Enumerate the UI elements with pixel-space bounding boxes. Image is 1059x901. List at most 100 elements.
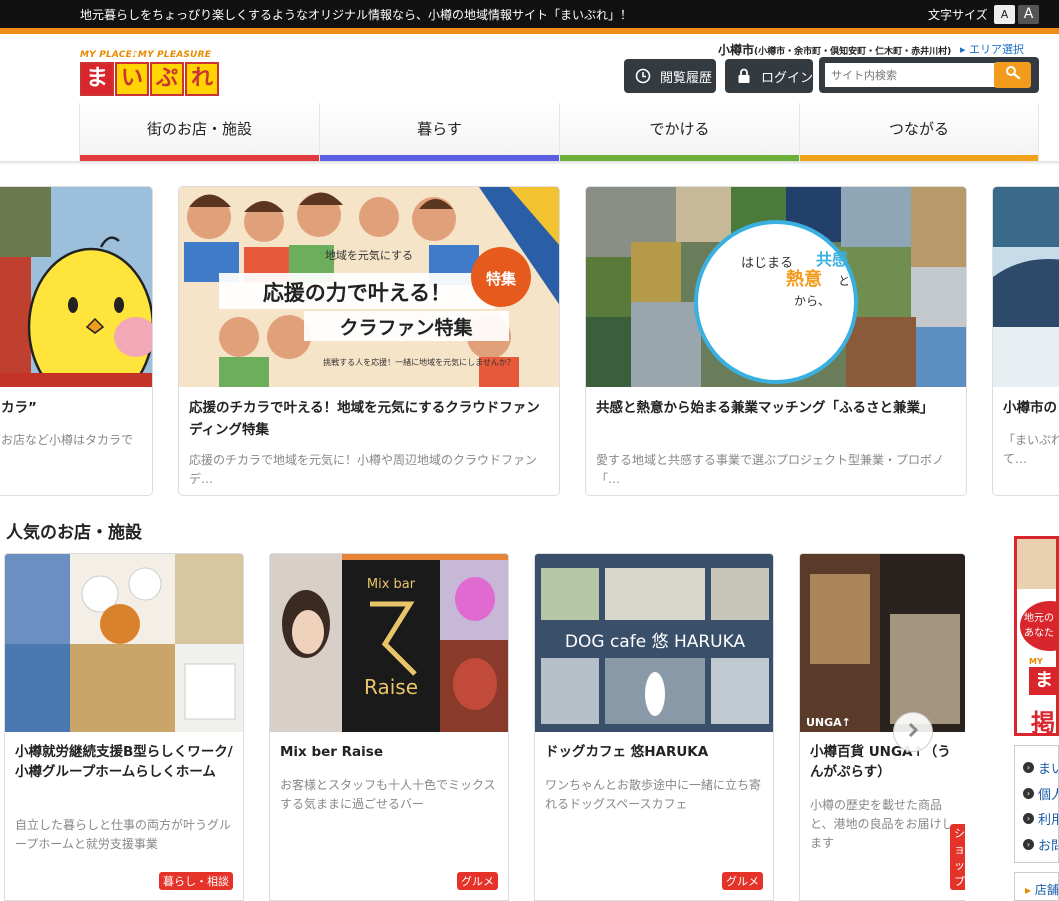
search-icon bbox=[1005, 65, 1021, 85]
feature-desc: 愛する地域と共感する事業で選ぶプロジェクト型兼業・プロボノ「… bbox=[596, 453, 945, 486]
logo-char: れ bbox=[185, 62, 219, 96]
chevron-right-icon bbox=[905, 722, 921, 742]
area-sub: (小樽市・余市町・倶知安町・仁木町・赤井川村) bbox=[754, 47, 952, 57]
shop-image-text: Mix bar bbox=[367, 577, 416, 592]
nav-item-living[interactable]: 暮らす bbox=[319, 103, 559, 161]
banner-bubble: 地元の あなた bbox=[1020, 601, 1056, 651]
banner-big-char: 掲 bbox=[1031, 709, 1055, 736]
logo-char: ぷ bbox=[150, 62, 184, 96]
lock-icon bbox=[735, 67, 753, 85]
arrow-circle-icon: › bbox=[1023, 813, 1034, 824]
feature-image-word: 熱意 bbox=[786, 268, 822, 290]
nav-item-connect[interactable]: つながる bbox=[799, 103, 1039, 161]
shop-image: UNGA↑ bbox=[800, 554, 965, 732]
font-size-label: 文字サイズ bbox=[928, 8, 988, 22]
sidebar-link[interactable]: › 利用 bbox=[1023, 809, 1058, 828]
login-button[interactable]: ログイン bbox=[725, 59, 813, 93]
shop-desc: 自立した暮らしと仕事の両方が叶うグループホームと就労支援事業 bbox=[15, 818, 232, 851]
history-button[interactable]: 閲覧履歴 bbox=[624, 59, 716, 93]
sidebar-link[interactable]: › まい bbox=[1023, 758, 1058, 777]
sidebar-link[interactable]: › お問 bbox=[1023, 835, 1058, 854]
sidebar-link[interactable]: › 個人 bbox=[1023, 784, 1058, 803]
arrow-circle-icon: › bbox=[1023, 788, 1034, 799]
sidebar-store-link[interactable]: 店舗 bbox=[1014, 872, 1059, 901]
shop-card[interactable]: DOG cafe 悠 HARUKA ドッグカフェ 悠HARUKA ワンちゃんとお… bbox=[534, 553, 774, 901]
feature-image-heading: 応援の力で叶える！ bbox=[263, 281, 451, 305]
nav-item-shops[interactable]: 街のお店・施設 bbox=[79, 103, 319, 161]
feature-title: 応援のチカラで叶える！地域を元気にするクラウドファンディング特集 bbox=[189, 400, 540, 438]
sidebar-link-label: お問 bbox=[1038, 839, 1058, 854]
logo-char: ま bbox=[80, 62, 114, 96]
shop-image: Mix bar Raise bbox=[270, 554, 508, 732]
feature-image-foot: 挑戦する人を応援！一緒に地域を元気にしませんか？ bbox=[323, 357, 515, 367]
nav-shadow bbox=[0, 161, 1059, 165]
shop-image bbox=[5, 554, 243, 732]
feature-card[interactable]: はじまる 熱意 から、 共感 と 共感と熱意から始まる兼業マッチング「ふるさと兼… bbox=[585, 186, 967, 496]
sidebar-link-label: まい bbox=[1038, 762, 1058, 777]
shop-title: ドッグカフェ 悠HARUKA bbox=[545, 744, 709, 760]
feature-image-sub: 地域を元気にする bbox=[325, 248, 413, 262]
search-input[interactable] bbox=[825, 63, 1007, 87]
ad-banner[interactable]: 地元の あなた MY PLA ま 掲 bbox=[1014, 536, 1059, 736]
feature-image: はじまる 熱意 から、 共感 と bbox=[586, 187, 966, 387]
login-label: ログイン bbox=[761, 70, 814, 86]
nav-label: 街のお店・施設 bbox=[146, 120, 252, 138]
feature-title: カラ” bbox=[1, 400, 37, 416]
category-badge: グルメ bbox=[722, 872, 763, 890]
history-label: 閲覧履歴 bbox=[660, 70, 713, 86]
shop-desc: ワンちゃんとお散歩途中に一緒に立ち寄れるドッグスペースカフェ bbox=[545, 778, 762, 811]
shop-card[interactable]: UNGA↑ 小樽百貨 UNGA↑（うんがぷらす） 小樽の歴史を載せた商品と、港地… bbox=[799, 553, 965, 901]
feature-title: 共感と熱意から始まる兼業マッチング「ふるさと兼業」 bbox=[596, 400, 934, 416]
area-select-link[interactable]: エリア選択 bbox=[960, 41, 1024, 57]
sidebar-link-label: 個人 bbox=[1038, 788, 1058, 803]
nav-label: 暮らす bbox=[417, 120, 462, 138]
logo-tagline: MY PLACE♪MY PLEASURE bbox=[80, 50, 212, 60]
nav-label: でかける bbox=[649, 120, 710, 138]
category-badge: 暮らし・相談 bbox=[159, 872, 233, 890]
banner-text: あなた bbox=[1024, 628, 1054, 639]
shop-image: DOG cafe 悠 HARUKA bbox=[535, 554, 773, 732]
feature-image bbox=[0, 187, 152, 387]
shop-desc: お客様とスタッフも十人十色でミックスする気ままに過ごせるバー bbox=[280, 778, 496, 811]
shop-image-text: DOG cafe 悠 HARUKA bbox=[565, 632, 746, 652]
feature-image-heading2: クラファン特集 bbox=[339, 316, 473, 339]
category-badge: グルメ bbox=[457, 872, 498, 890]
feature-card[interactable]: 小樽市の 「まいぷれて… bbox=[992, 186, 1059, 496]
shop-card[interactable]: 小樽就労継続支援B型らしくワーク/小樽グループホームらしくホーム 自立した暮らし… bbox=[4, 553, 244, 901]
accent-line bbox=[0, 28, 1059, 34]
font-size-large-button[interactable]: A bbox=[1018, 5, 1039, 24]
shop-title: Mix ber Raise bbox=[280, 744, 383, 760]
feature-image-word: と bbox=[838, 274, 850, 288]
area-info: 小樽市(小樽市・余市町・倶知安町・仁木町・赤井川村) bbox=[718, 41, 951, 58]
global-nav: 街のお店・施設 暮らす でかける つながる bbox=[79, 103, 1039, 161]
site-message: 地元暮らしをちょっぴり楽しくするようなオリジナル情報なら、小樽の地域情報サイト「… bbox=[80, 8, 633, 22]
logo-char: い bbox=[115, 62, 149, 96]
clock-icon bbox=[634, 67, 652, 85]
nav-item-outing[interactable]: でかける bbox=[559, 103, 799, 161]
feature-desc: お店など小樽はタカラで bbox=[1, 433, 134, 447]
banner-text: 地元の bbox=[1024, 613, 1054, 624]
arrow-circle-icon: › bbox=[1023, 762, 1034, 773]
shop-image-text: Raise bbox=[364, 675, 418, 699]
banner-logo-char: ま bbox=[1029, 667, 1056, 695]
top-bar: 地元暮らしをちょっぴり楽しくするようなオリジナル情報なら、小樽の地域情報サイト「… bbox=[0, 0, 1059, 28]
feature-title: 小樽市の bbox=[1003, 400, 1057, 416]
nav-label: つながる bbox=[888, 120, 949, 138]
site-logo[interactable]: MY PLACE♪MY PLEASURE ま い ぷ れ bbox=[80, 50, 220, 96]
shop-image-text: UNGA↑ bbox=[806, 716, 851, 729]
feature-desc: 「まいぷれて… bbox=[1003, 433, 1059, 466]
sidebar-links: › まい › 個人 › 利用 › お問 bbox=[1014, 745, 1059, 863]
carousel-next-button[interactable] bbox=[893, 712, 933, 752]
feature-desc: 応援のチカラで地域を元気に！小樽や周辺地域のクラウドファンデ… bbox=[189, 453, 538, 486]
shop-card[interactable]: Mix bar Raise Mix ber Raise お客様とスタッフも十人十… bbox=[269, 553, 509, 901]
shop-title: 小樽就労継続支援B型らしくワーク/小樽グループホームらしくホーム bbox=[15, 744, 233, 780]
feature-image-word: から、 bbox=[794, 294, 830, 308]
font-size-small-button[interactable]: A bbox=[994, 5, 1015, 24]
feature-card[interactable]: 地域を元気にする 応援の力で叶える！ クラファン特集 特集 挑戦する人を応援！一… bbox=[178, 186, 560, 496]
feature-image-word: 共感 bbox=[816, 250, 848, 269]
sidebar-link-label: 利用 bbox=[1038, 813, 1058, 828]
feature-card[interactable]: カラ” お店など小樽はタカラで bbox=[0, 186, 153, 496]
shop-title: 小樽百貨 UNGA↑（うんがぷらす） bbox=[810, 744, 951, 780]
search-button[interactable] bbox=[994, 62, 1031, 88]
feature-image bbox=[993, 187, 1059, 387]
